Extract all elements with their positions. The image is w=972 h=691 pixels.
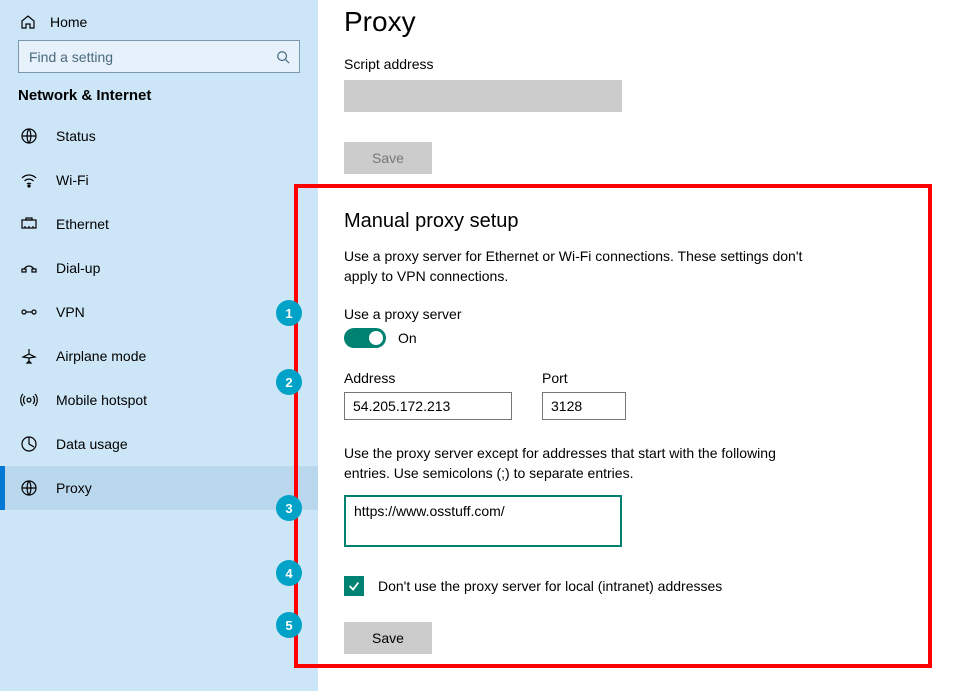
- use-proxy-label: Use a proxy server: [344, 306, 946, 322]
- annotation-badge-4: 4: [276, 560, 302, 586]
- hotspot-icon: [20, 391, 38, 409]
- search-input[interactable]: [18, 40, 300, 73]
- category-title: Network & Internet: [0, 87, 318, 114]
- exceptions-desc: Use the proxy server except for addresse…: [344, 444, 804, 483]
- annotation-badge-2: 2: [276, 369, 302, 395]
- script-address-label: Script address: [344, 56, 946, 72]
- sidebar-item-wifi[interactable]: Wi-Fi: [0, 158, 318, 202]
- airplane-icon: [20, 347, 38, 365]
- sidebar-item-dialup[interactable]: Dial-up: [0, 246, 318, 290]
- wifi-icon: [20, 171, 38, 189]
- manual-proxy-title: Manual proxy setup: [344, 210, 946, 233]
- check-icon: [347, 579, 361, 593]
- ethernet-icon: [20, 215, 38, 233]
- address-input[interactable]: [344, 392, 512, 420]
- script-address-input[interactable]: [344, 80, 622, 112]
- sidebar-item-status[interactable]: Status: [0, 114, 318, 158]
- local-addresses-label: Don't use the proxy server for local (in…: [378, 578, 722, 594]
- data-icon: [20, 435, 38, 453]
- port-input[interactable]: [542, 392, 626, 420]
- annotation-badge-3: 3: [276, 495, 302, 521]
- annotation-badge-1: 1: [276, 300, 302, 326]
- toggle-state-label: On: [398, 330, 417, 346]
- manual-proxy-section: Manual proxy setup Use a proxy server fo…: [344, 210, 946, 654]
- sidebar-item-label: Dial-up: [56, 260, 100, 276]
- sidebar-item-label: Mobile hotspot: [56, 392, 147, 408]
- save-button[interactable]: Save: [344, 622, 432, 654]
- save-script-button: Save: [344, 142, 432, 174]
- sidebar-item-datausage[interactable]: Data usage: [0, 422, 318, 466]
- proxy-icon: [20, 479, 38, 497]
- sidebar-item-hotspot[interactable]: Mobile hotspot: [0, 378, 318, 422]
- sidebar-item-vpn[interactable]: VPN: [0, 290, 318, 334]
- port-label: Port: [542, 370, 626, 386]
- page-title: Proxy: [344, 0, 946, 56]
- search-icon: [276, 50, 290, 64]
- sidebar: Home Network & Internet Status Wi-Fi Eth…: [0, 0, 318, 691]
- exceptions-input[interactable]: [344, 495, 622, 547]
- sidebar-item-label: Status: [56, 128, 96, 144]
- toggle-track: [344, 328, 386, 348]
- status-icon: [20, 127, 38, 145]
- sidebar-item-ethernet[interactable]: Ethernet: [0, 202, 318, 246]
- sidebar-item-label: VPN: [56, 304, 85, 320]
- sidebar-item-label: Airplane mode: [56, 348, 146, 364]
- dialup-icon: [20, 259, 38, 277]
- local-addresses-checkbox[interactable]: [344, 576, 364, 596]
- home-icon: [20, 14, 36, 30]
- use-proxy-toggle[interactable]: On: [344, 328, 417, 348]
- address-label: Address: [344, 370, 512, 386]
- sidebar-item-label: Proxy: [56, 480, 92, 496]
- main-content: Proxy Script address Save Manual proxy s…: [318, 0, 972, 691]
- home-label: Home: [50, 14, 87, 30]
- home-link[interactable]: Home: [0, 8, 318, 40]
- sidebar-item-proxy[interactable]: Proxy: [0, 466, 318, 510]
- annotation-badge-5: 5: [276, 612, 302, 638]
- sidebar-item-label: Data usage: [56, 436, 128, 452]
- sidebar-item-label: Wi-Fi: [56, 172, 89, 188]
- vpn-icon: [20, 303, 38, 321]
- sidebar-item-label: Ethernet: [56, 216, 109, 232]
- nav-list: Status Wi-Fi Ethernet Dial-up VPN Airpla…: [0, 114, 318, 510]
- manual-proxy-desc: Use a proxy server for Ethernet or Wi-Fi…: [344, 247, 804, 286]
- sidebar-item-airplane[interactable]: Airplane mode: [0, 334, 318, 378]
